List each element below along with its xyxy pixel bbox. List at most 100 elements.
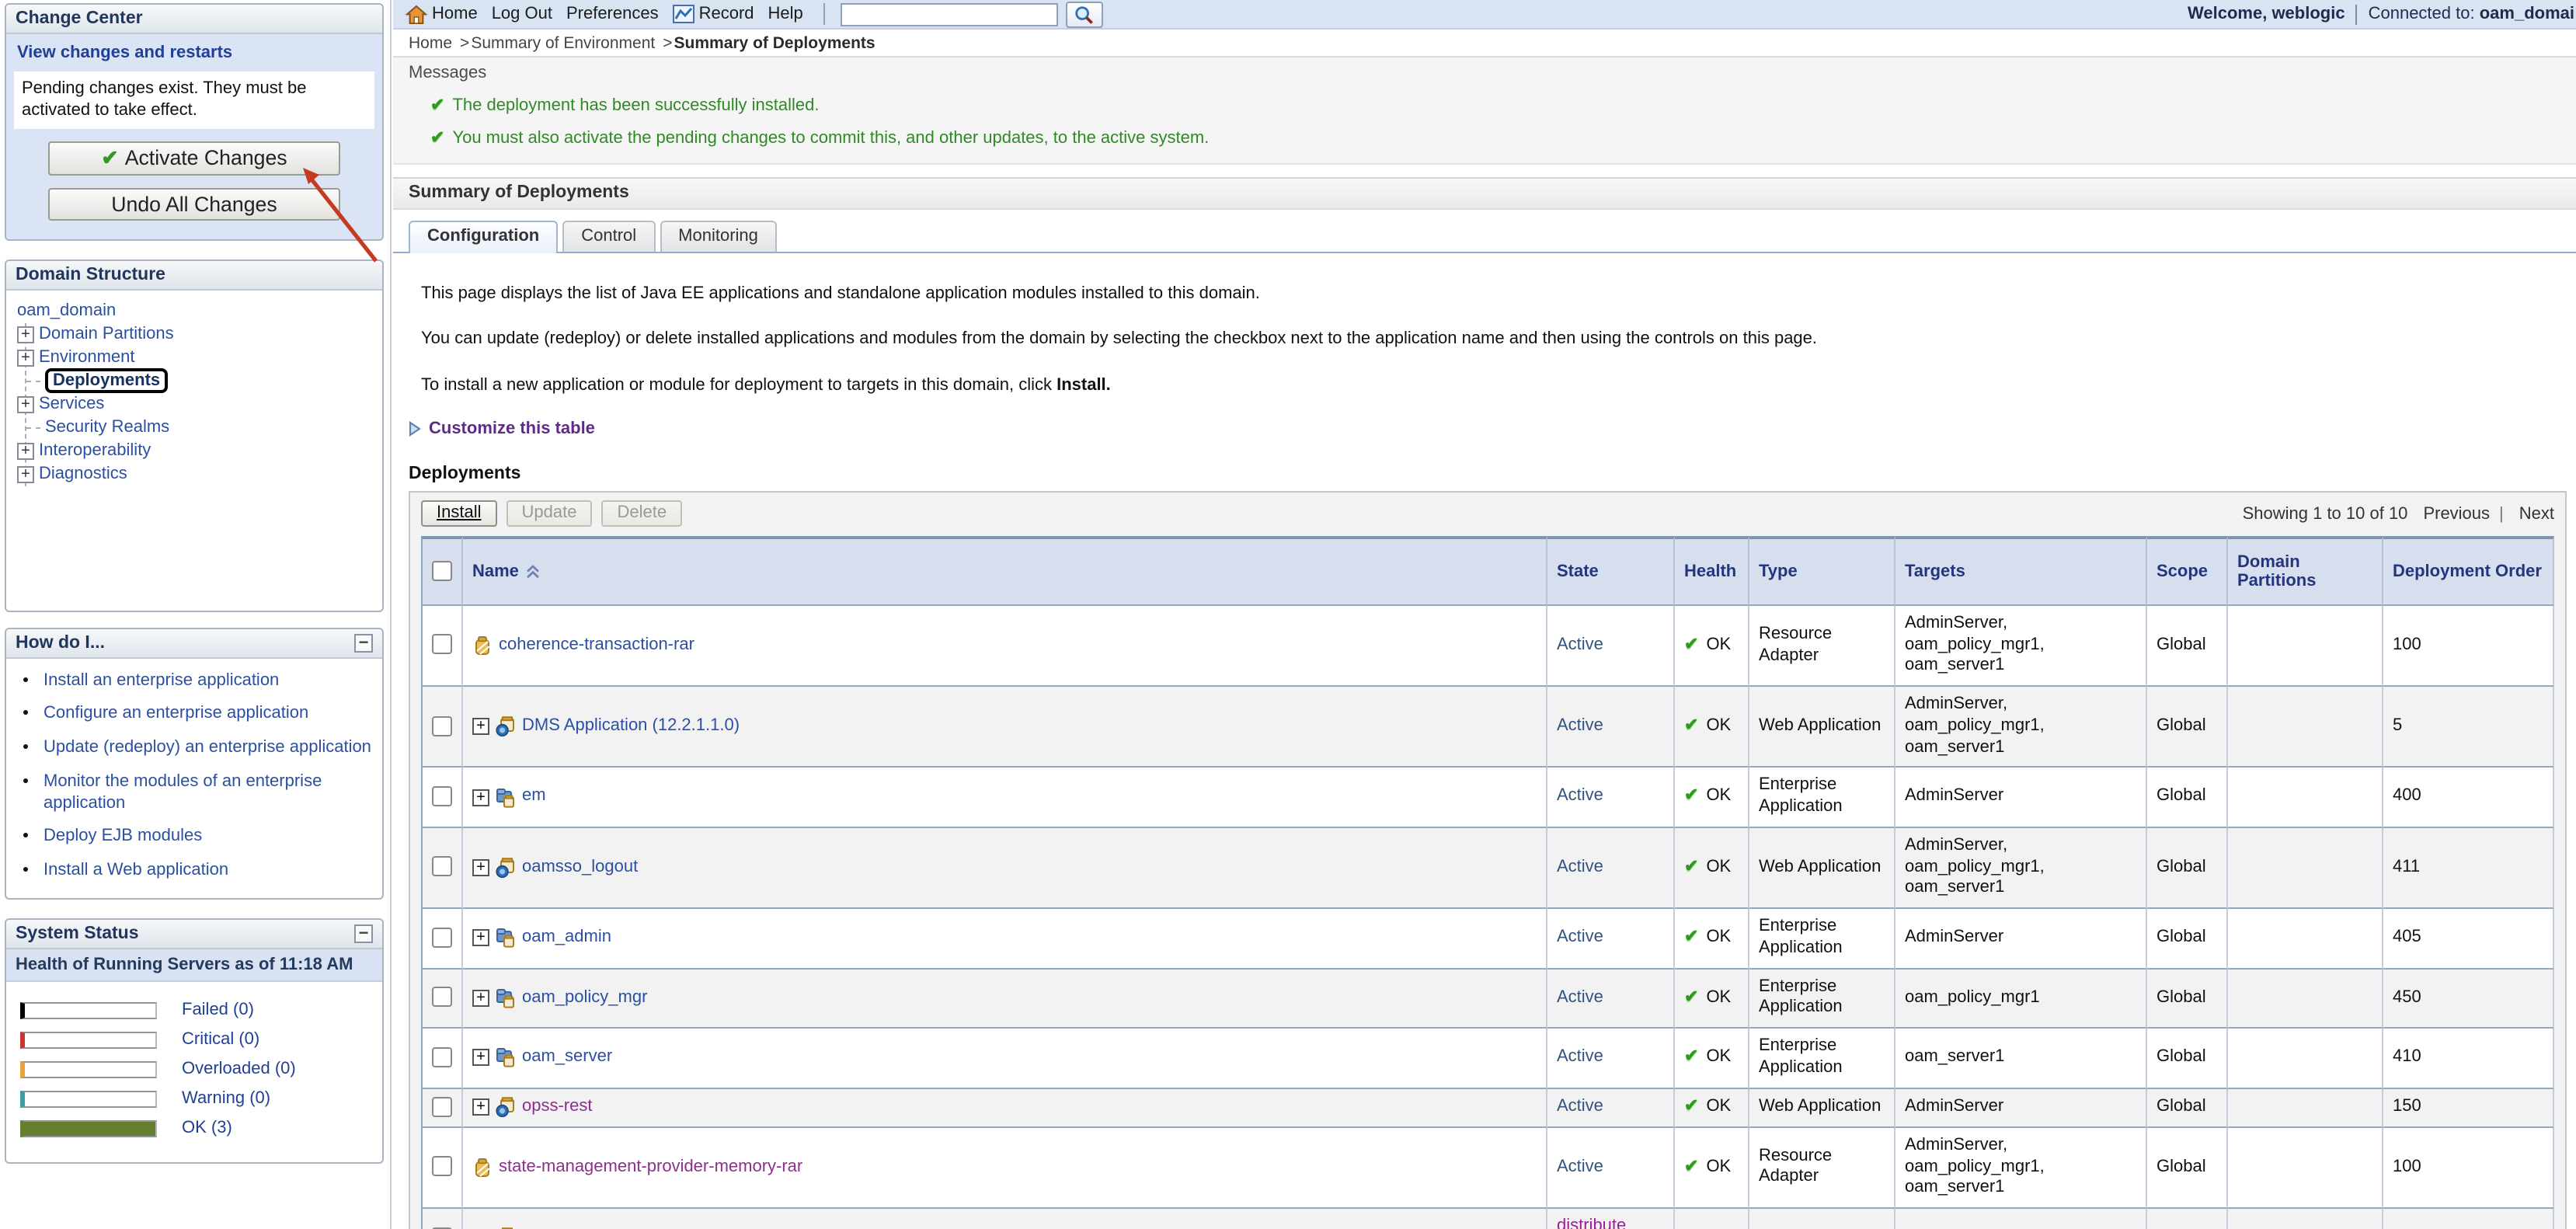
cell-targets: AdminServer, oam_policy_mgr1, oam_server… xyxy=(1895,687,2147,768)
collapse-icon[interactable]: − xyxy=(354,924,373,943)
deployment-link-dms-application-12-2-1-1-0[interactable]: DMS Application (12.2.1.1.0) xyxy=(522,716,740,738)
home-label: Home xyxy=(432,5,478,23)
tree-link-services[interactable]: Services xyxy=(39,395,104,413)
delete-button[interactable]: Delete xyxy=(601,501,682,527)
row-checkbox[interactable] xyxy=(432,715,452,736)
status-label: Failed (0) xyxy=(182,1001,254,1020)
expand-row-icon[interactable]: + xyxy=(472,930,489,947)
how-do-i-item: Monitor the modules of an enterprise app… xyxy=(44,772,382,815)
column-health[interactable]: Health xyxy=(1675,536,1749,606)
row-checkbox[interactable] xyxy=(432,987,452,1008)
cell-targets: AdminServer, oam_policy_mgr1, oam_server… xyxy=(1895,1128,2147,1210)
how-link-update-redeploy-an-enterprise-application[interactable]: Update (redeploy) an enterprise applicat… xyxy=(44,738,371,757)
row-checkbox[interactable] xyxy=(432,1047,452,1067)
update-button[interactable]: Update xyxy=(506,501,593,527)
expand-plus-icon[interactable]: + xyxy=(17,349,34,366)
cell-state: Active xyxy=(1547,1088,1675,1127)
how-link-monitor-the-modules-of-an-enterprise-application[interactable]: Monitor the modules of an enterprise app… xyxy=(44,772,322,813)
search-button[interactable] xyxy=(1066,1,1103,27)
column-name[interactable]: Name xyxy=(463,536,1547,606)
deployment-link-oam-policy-mgr[interactable]: oam_policy_mgr xyxy=(522,987,647,1009)
deployment-link-oam-admin[interactable]: oam_admin xyxy=(522,928,611,949)
expand-row-icon[interactable]: + xyxy=(472,719,489,736)
column-type[interactable]: Type xyxy=(1749,536,1895,606)
deployment-link-oamsso-logout[interactable]: oamsso_logout xyxy=(522,857,638,879)
how-link-deploy-ejb-modules[interactable]: Deploy EJB modules xyxy=(44,827,202,846)
undo-all-changes-button[interactable]: Undo All Changes xyxy=(48,187,340,220)
cell-scope: Global xyxy=(2147,1128,2228,1210)
sort-ascending-icon xyxy=(525,564,541,580)
tree-link-diagnostics[interactable]: Diagnostics xyxy=(39,465,127,483)
column-state[interactable]: State xyxy=(1547,536,1675,606)
breadcrumb-separator: > xyxy=(460,33,469,52)
previous-link[interactable]: Previous xyxy=(2423,505,2490,524)
record-link[interactable]: Record xyxy=(673,5,754,23)
collapse-icon[interactable]: − xyxy=(354,633,373,652)
expand-plus-icon[interactable]: + xyxy=(17,395,34,413)
column-targets[interactable]: Targets xyxy=(1895,536,2147,606)
tab-monitoring[interactable]: Monitoring xyxy=(660,221,777,252)
tree-link-interoperability[interactable]: Interoperability xyxy=(39,441,151,460)
tree-link-domain-partitions[interactable]: Domain Partitions xyxy=(39,325,174,343)
deployment-link-coherence-transaction-rar[interactable]: coherence-transaction-rar xyxy=(499,635,694,656)
row-select-cell xyxy=(421,828,463,910)
tree-link-environment[interactable]: Environment xyxy=(39,348,135,367)
help-link[interactable]: Help xyxy=(768,5,803,23)
system-status-title: System Status − xyxy=(6,920,382,949)
preferences-link[interactable]: Preferences xyxy=(566,5,659,23)
search-input[interactable] xyxy=(841,2,1058,26)
tree-link-security-realms[interactable]: Security Realms xyxy=(45,418,169,437)
tab-control[interactable]: Control xyxy=(562,221,655,252)
how-link-install-an-enterprise-application[interactable]: Install an enterprise application xyxy=(44,670,279,689)
row-checkbox[interactable] xyxy=(432,1096,452,1116)
expand-plus-icon[interactable]: + xyxy=(17,326,34,343)
status-row-failed-0: Failed (0) xyxy=(20,996,373,1025)
activate-changes-button[interactable]: ✔Activate Changes xyxy=(48,141,340,175)
cell-type: Web Application xyxy=(1749,687,1895,768)
select-all-checkbox[interactable] xyxy=(432,562,452,582)
row-checkbox[interactable] xyxy=(432,635,452,655)
success-check-icon: ✔ xyxy=(430,127,444,148)
row-checkbox[interactable] xyxy=(432,1157,452,1177)
showing-text: Showing 1 to 10 of 10 xyxy=(2243,505,2408,524)
cell-type: Enterprise Application xyxy=(1749,909,1895,969)
view-changes-link[interactable]: View changes and restarts xyxy=(17,44,374,62)
breadcrumb-home[interactable]: Home xyxy=(409,33,452,52)
deployment-link-opss-rest[interactable]: opss-rest xyxy=(522,1097,593,1119)
cell-type: Enterprise Application xyxy=(1749,1029,1895,1088)
home-toolbar-link[interactable]: Home xyxy=(406,4,478,24)
tree-link-deployments[interactable]: Deployments xyxy=(45,368,168,393)
expand-plus-icon[interactable]: + xyxy=(17,465,34,482)
tree-link-oam-domain[interactable]: oam_domain xyxy=(17,301,116,320)
breadcrumb-summary-environment[interactable]: Summary of Environment xyxy=(471,33,655,52)
cell-domain-partitions xyxy=(2228,1088,2383,1127)
row-checkbox[interactable] xyxy=(432,786,452,806)
expand-row-icon[interactable]: + xyxy=(472,990,489,1007)
cell-domain-partitions xyxy=(2228,606,2383,688)
next-link[interactable]: Next xyxy=(2519,505,2554,524)
column-scope[interactable]: Scope xyxy=(2147,536,2228,606)
tab-configuration[interactable]: Configuration xyxy=(409,221,558,253)
install-button[interactable]: Install xyxy=(421,501,497,527)
expand-row-icon[interactable]: + xyxy=(472,1098,489,1116)
tree-item-services: + Services xyxy=(17,392,373,416)
row-checkbox[interactable] xyxy=(432,928,452,948)
cell-domain-partitions xyxy=(2228,1128,2383,1210)
expand-row-icon[interactable]: + xyxy=(472,859,489,876)
customize-table-link[interactable]: Customize this table xyxy=(409,420,2576,438)
column-deployment-order[interactable]: Deployment Order xyxy=(2383,536,2554,606)
column-domain-partitions[interactable]: Domain Partitions xyxy=(2228,536,2383,606)
expand-row-icon[interactable]: + xyxy=(472,789,489,806)
row-checkbox[interactable] xyxy=(432,857,452,877)
home-icon xyxy=(406,4,427,24)
how-link-install-a-web-application[interactable]: Install a Web application xyxy=(44,861,228,879)
how-link-configure-an-enterprise-application[interactable]: Configure an enterprise application xyxy=(44,705,308,723)
cell-targets: oam_server1 xyxy=(1895,1209,2147,1229)
expand-plus-icon[interactable]: + xyxy=(17,442,34,459)
expand-row-icon[interactable]: + xyxy=(472,1050,489,1067)
deployment-link-oam-server[interactable]: oam_server xyxy=(522,1047,612,1069)
change-center-panel: Change Center View changes and restarts … xyxy=(5,3,384,240)
logout-link[interactable]: Log Out xyxy=(492,5,552,23)
deployment-link-em[interactable]: em xyxy=(522,787,546,809)
deployment-link-state-management-provider-memory-rar[interactable]: state-management-provider-memory-rar xyxy=(499,1157,802,1179)
